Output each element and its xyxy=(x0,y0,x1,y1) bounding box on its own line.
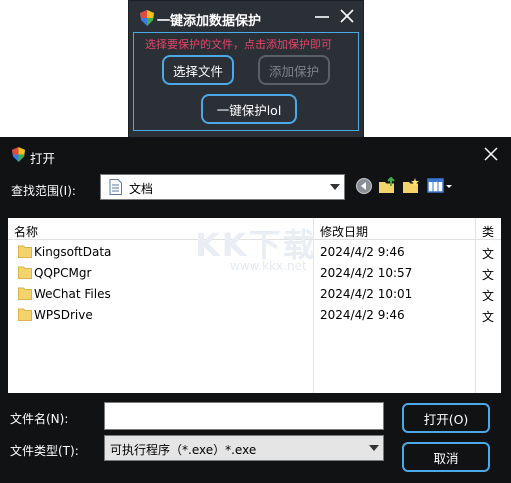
dropdown-arrow-icon[interactable] xyxy=(326,175,344,199)
up-folder-icon[interactable] xyxy=(378,177,396,195)
folder-icon xyxy=(18,245,32,258)
folder-icon xyxy=(18,287,32,300)
hint-text: 选择要保护的文件，点击添加保护即可 xyxy=(145,38,332,51)
select-file-button[interactable]: 选择文件 xyxy=(162,55,234,85)
column-header-date[interactable]: 修改日期 xyxy=(320,223,368,240)
file-name: WPSDrive xyxy=(34,308,93,322)
lookin-value: 文档 xyxy=(129,182,154,196)
file-date: 2024/4/2 10:57 xyxy=(320,266,413,280)
view-menu-icon[interactable] xyxy=(427,177,455,195)
lookin-label: 查找范围(I): xyxy=(11,184,76,198)
table-row[interactable]: KingsoftData 2024/4/2 9:46 文 xyxy=(8,242,501,263)
file-name: WeChat Files xyxy=(34,287,111,301)
lookin-dropdown[interactable]: 文档 xyxy=(100,174,345,200)
column-header-name[interactable]: 名称 xyxy=(14,223,38,240)
file-type: 文 xyxy=(482,268,495,282)
filename-label: 文件名(N): xyxy=(10,412,69,426)
app-window: 一键添加数据保护 选择要保护的文件，点击添加保护即可 选择文件 添加保护 一键保… xyxy=(128,0,364,138)
folder-icon xyxy=(18,266,32,279)
open-file-dialog: 打开 查找范围(I): 文档 名称 修改日期 类 KK下载 www.kkx.ne… xyxy=(0,137,511,483)
cancel-button[interactable]: 取消 xyxy=(402,442,490,472)
document-icon xyxy=(109,179,122,195)
app-title: 一键添加数据保护 xyxy=(157,14,262,29)
filetype-label: 文件类型(T): xyxy=(10,444,79,458)
filename-input[interactable] xyxy=(104,402,384,430)
filetype-dropdown[interactable]: 可执行程序（*.exe）*.exe xyxy=(104,435,384,461)
column-header-type[interactable]: 类 xyxy=(482,223,494,240)
shield-icon xyxy=(140,10,154,26)
file-date: 2024/4/2 9:46 xyxy=(320,308,405,322)
oneclick-protect-button[interactable]: 一键保护lol xyxy=(201,94,297,124)
open-button[interactable]: 打开(O) xyxy=(402,403,490,433)
file-name: KingsoftData xyxy=(34,245,112,259)
dialog-title: 打开 xyxy=(30,151,56,166)
back-icon[interactable] xyxy=(355,177,373,195)
file-date: 2024/4/2 9:46 xyxy=(320,245,405,259)
app-panel: 选择要保护的文件，点击添加保护即可 选择文件 添加保护 一键保护lol xyxy=(133,32,359,131)
new-folder-icon[interactable] xyxy=(402,177,420,195)
file-type: 文 xyxy=(482,310,495,324)
app-titlebar: 一键添加数据保护 xyxy=(129,1,363,31)
table-row[interactable]: QQPCMgr 2024/4/2 10:57 文 xyxy=(8,263,501,284)
filetype-value: 可执行程序（*.exe）*.exe xyxy=(110,443,257,457)
minimize-icon[interactable] xyxy=(313,7,331,25)
file-list[interactable]: 名称 修改日期 类 KK下载 www.kkx.net KingsoftData … xyxy=(8,218,501,393)
table-row[interactable]: WPSDrive 2024/4/2 9:46 文 xyxy=(8,305,501,326)
dropdown-arrow-icon[interactable] xyxy=(365,436,383,460)
file-name: QQPCMgr xyxy=(34,266,92,280)
file-type: 文 xyxy=(482,247,495,261)
close-icon[interactable] xyxy=(483,146,499,162)
shield-icon xyxy=(12,147,25,162)
close-icon[interactable] xyxy=(338,7,356,25)
file-type: 文 xyxy=(482,289,495,303)
table-row[interactable]: WeChat Files 2024/4/2 10:01 文 xyxy=(8,284,501,305)
folder-icon xyxy=(18,308,32,321)
add-protect-button[interactable]: 添加保护 xyxy=(258,55,330,85)
file-date: 2024/4/2 10:01 xyxy=(320,287,413,301)
